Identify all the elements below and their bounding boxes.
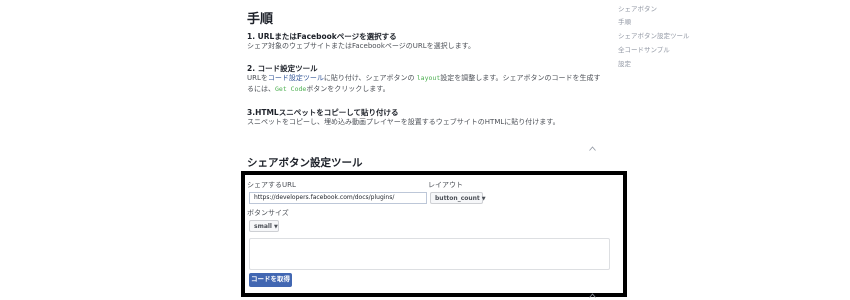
sidebar-item-configurator[interactable]: シェアボタン設定ツール [618, 30, 690, 40]
triangle-down-icon: ▼ [481, 196, 486, 202]
size-select[interactable]: small ▼ [249, 220, 279, 232]
get-code-button[interactable]: コードを取得 [249, 273, 292, 287]
layout-select-value: button_count [435, 195, 480, 202]
page-heading: 手順 [247, 12, 274, 27]
configurator-panel: シェアするURL https://developers.facebook.com… [241, 171, 627, 297]
size-select-value: small [254, 223, 272, 230]
code-output-textarea[interactable] [249, 238, 610, 270]
chevron-up-icon[interactable] [589, 293, 596, 299]
get-code-code: Get Code [275, 85, 307, 93]
configurator-title: シェアボタン設定ツール [247, 157, 363, 169]
step-1-description: シェア対象のウェブサイトまたはFacebookページのURLを選択します。 [247, 42, 475, 50]
configurator-link[interactable]: コード設定ツール [268, 74, 324, 82]
step-2-description: URLをコード設定ツールに貼り付け、シェアボタンの layout設定を調整します… [247, 73, 602, 95]
layout-label: レイアウト [428, 181, 463, 189]
sidebar-item-share-button[interactable]: シェアボタン [618, 3, 657, 13]
step-3-description: スニペットをコピーし、埋め込み動画プレイヤーを設置するウェブサイトのHTMLに貼… [247, 118, 560, 126]
chevron-up-icon[interactable] [589, 146, 596, 152]
layout-code: layout [416, 74, 441, 82]
triangle-down-icon: ▼ [274, 224, 278, 230]
step-2-desc-prefix: URLを [247, 74, 268, 82]
step-2-desc-mid: に貼り付け、シェアボタンの [323, 74, 417, 82]
step-2-desc-suffix: ボタンをクリックします。 [306, 85, 390, 93]
layout-select[interactable]: button_count ▼ [430, 192, 486, 204]
sidebar-item-code-samples[interactable]: 全コードサンプル [618, 44, 670, 54]
url-label: シェアするURL [247, 181, 296, 189]
url-input[interactable]: https://developers.facebook.com/docs/plu… [249, 192, 427, 204]
sidebar-item-settings[interactable]: 設定 [618, 58, 631, 68]
sidebar-item-steps[interactable]: 手順 [618, 16, 631, 26]
size-label: ボタンサイズ [247, 209, 289, 217]
